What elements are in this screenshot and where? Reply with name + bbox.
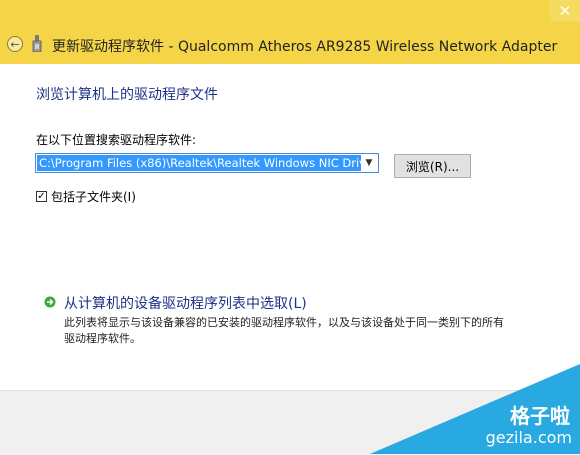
close-button[interactable]: ✕	[550, 0, 580, 22]
include-subfolders-row[interactable]: ✓ 包括子文件夹(I)	[36, 188, 136, 205]
driver-path-input[interactable]: C:\Program Files (x86)\Realtek\Realtek W…	[37, 155, 361, 171]
pick-from-list-link[interactable]: 从计算机的设备驱动程序列表中选取(L)	[64, 293, 307, 313]
back-arrow-icon: ←	[10, 37, 20, 51]
watermark-url: gezila.com	[485, 428, 572, 447]
pick-from-list-option[interactable]: 从计算机的设备驱动程序列表中选取(L)	[44, 293, 307, 313]
close-icon: ✕	[558, 2, 572, 20]
browse-button[interactable]: 浏览(R)...	[394, 154, 471, 178]
page-heading: 浏览计算机上的驱动程序文件	[36, 87, 218, 103]
pick-from-list-description: 此列表将显示与该设备兼容的已安装的驱动程序软件，以及与该设备处于同一类别下的所有…	[64, 316, 504, 345]
green-arrow-icon	[44, 296, 56, 308]
back-button[interactable]: ←	[7, 36, 23, 52]
search-location-label: 在以下位置搜索驱动程序软件:	[36, 133, 197, 147]
title-bar: ✕ ← 更新驱动程序软件 - Qualcomm Atheros AR9285 W…	[0, 0, 580, 64]
watermark-title: 格子啦	[510, 404, 570, 428]
driver-path-combobox[interactable]: C:\Program Files (x86)\Realtek\Realtek W…	[35, 153, 379, 173]
include-subfolders-label[interactable]: 包括子文件夹(I)	[51, 188, 136, 205]
chevron-down-icon[interactable]: ▼	[360, 154, 378, 172]
include-subfolders-checkbox[interactable]: ✓	[36, 191, 47, 202]
window-title: 更新驱动程序软件 - Qualcomm Atheros AR9285 Wirel…	[52, 39, 558, 55]
wizard-content: 浏览计算机上的驱动程序文件 在以下位置搜索驱动程序软件: C:\Program …	[0, 64, 580, 390]
device-icon	[32, 35, 42, 52]
watermark-logo: 格子啦 gezila.com	[370, 364, 580, 454]
